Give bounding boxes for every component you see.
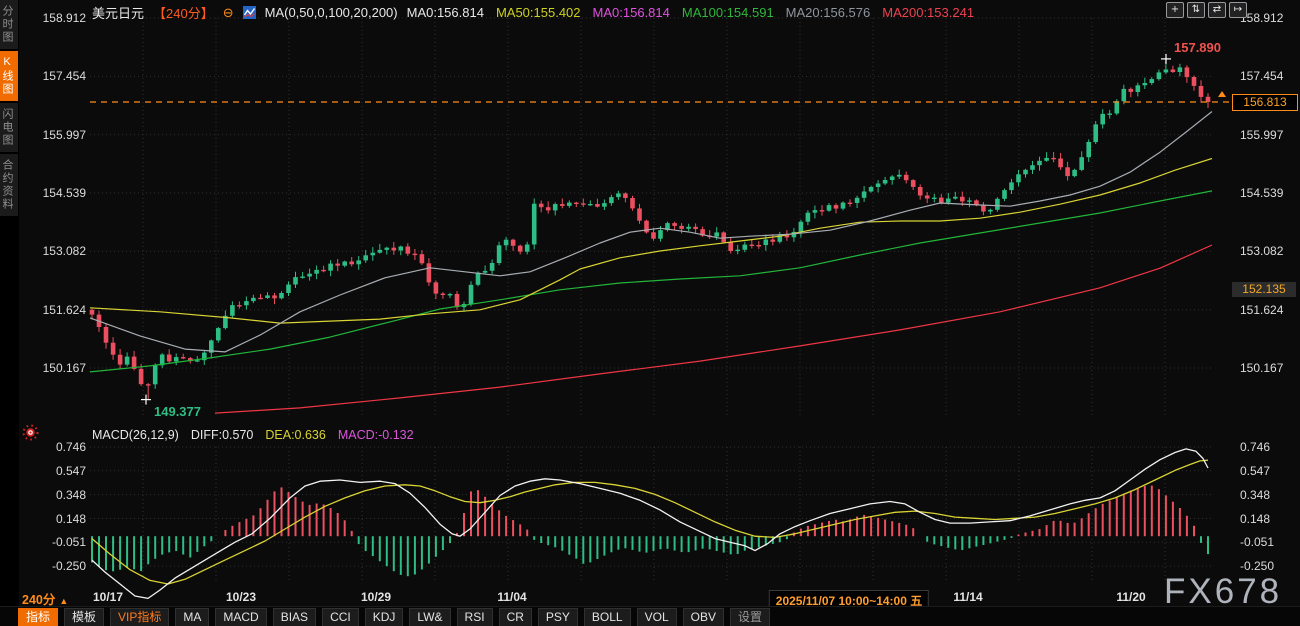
date-tick-label: 10/17: [93, 590, 123, 604]
indicator-tab[interactable]: CR: [499, 608, 532, 626]
macd-dea-value: DEA:0.636: [265, 428, 325, 442]
left-sidebar: 分时图 K线图闪电图合约资料: [0, 0, 19, 626]
date-tick-label: 11/20: [1116, 590, 1145, 604]
high-price-label: 157.890: [1174, 40, 1221, 55]
macd-axis-label: 0.746: [20, 440, 86, 454]
macd-diff-value: DIFF:0.570: [191, 428, 254, 442]
period-selector-label: 240分: [22, 593, 55, 607]
symbol-title: 美元日元: [92, 3, 144, 22]
price-axis-label: 151.624: [1240, 303, 1300, 317]
price-axis-label: 153.082: [20, 244, 86, 258]
indicator-tab[interactable]: RSI: [457, 608, 493, 626]
sidebar-tab[interactable]: 分时图: [0, 0, 18, 49]
date-tick-label: 10/29: [361, 590, 391, 604]
ma-value-label: MA20:156.576: [786, 5, 871, 20]
jump-latest-icon[interactable]: ↦: [1229, 2, 1247, 18]
sidebar-tab[interactable]: K线图: [0, 51, 18, 101]
date-tick-label: 11/04: [497, 590, 526, 604]
collapse-icon[interactable]: ⊖: [223, 5, 234, 21]
axis-scale-icon[interactable]: ⇅: [1187, 2, 1205, 18]
mini-chart-icon: [243, 6, 256, 19]
indicator-tab[interactable]: 指标: [18, 608, 58, 626]
price-axis-label: 158.912: [1240, 11, 1300, 25]
indicator-settings-icon[interactable]: [22, 424, 39, 441]
ma-value-label: MA0:156.814: [407, 5, 484, 20]
indicator-tab[interactable]: 设置: [730, 608, 770, 626]
price-axis-label: 153.082: [1240, 244, 1300, 258]
macd-axis-label: 0.547: [1240, 464, 1300, 478]
price-axis-label: 157.454: [20, 69, 86, 83]
macd-axis-label: -0.250: [20, 559, 86, 573]
price-axis-label: 150.167: [1240, 361, 1300, 375]
triangle-up-icon: ▲: [59, 596, 68, 606]
ma-value-label: MA200:153.241: [882, 5, 974, 20]
current-price-tag: 156.813: [1232, 94, 1298, 111]
price-axis-label: 155.997: [1240, 128, 1300, 142]
period-label: 【240分】: [153, 3, 214, 22]
sidebar-tab[interactable]: 闪电图: [0, 103, 18, 152]
indicator-tab[interactable]: VIP指标: [110, 608, 169, 626]
indicator-tab[interactable]: MACD: [215, 608, 266, 626]
price-axis-label: 155.997: [20, 128, 86, 142]
indicator-tab[interactable]: 模板: [64, 608, 104, 626]
axis-zoom-icon[interactable]: ⇄: [1208, 2, 1226, 18]
macd-axis-label: -0.051: [1240, 535, 1300, 549]
price-axis-label: 154.539: [1240, 186, 1300, 200]
price-axis-label: 158.912: [20, 11, 86, 25]
macd-axis-label: 0.348: [20, 488, 86, 502]
macd-title: MACD(26,12,9): [92, 428, 179, 442]
crosshair-icon[interactable]: +: [1166, 2, 1184, 18]
macd-axis-label: 0.148: [20, 512, 86, 526]
sidebar-tab[interactable]: 合约资料: [0, 154, 18, 216]
ma-value-label: MA50:155.402: [496, 5, 581, 20]
chart-tool-buttons: +⇅⇄↦: [1166, 2, 1247, 18]
watermark: FX678: [1164, 572, 1282, 612]
indicator-tab[interactable]: VOL: [637, 608, 677, 626]
price-axis-label: 151.624: [20, 303, 86, 317]
chart-canvas[interactable]: [0, 0, 1300, 626]
indicator-tab[interactable]: BIAS: [273, 608, 316, 626]
indicator-tab[interactable]: LW&: [409, 608, 450, 626]
macd-axis-label: 0.348: [1240, 488, 1300, 502]
date-tick-label: 10/23: [226, 590, 256, 604]
macd-axis-label: 0.746: [1240, 440, 1300, 454]
low-price-label: 149.377: [154, 404, 201, 419]
macd-header: MACD(26,12,9) DIFF:0.570 DEA:0.636 MACD:…: [92, 428, 414, 442]
ma-value-label: MA100:154.591: [682, 5, 774, 20]
macd-macd-value: MACD:-0.132: [338, 428, 414, 442]
macd-axis-label: 0.547: [20, 464, 86, 478]
ma-params: MA(0,50,0,100,20,200): [265, 5, 398, 20]
price-axis-label: 150.167: [20, 361, 86, 375]
indicator-tab[interactable]: BOLL: [584, 608, 631, 626]
indicator-tab[interactable]: OBV: [683, 608, 724, 626]
macd-axis-label: -0.051: [20, 535, 86, 549]
indicator-toolbar: 指标模板 VIP指标 MA MACD BIAS CCI KDJ LW&RSI CR PSY BOLL…: [0, 606, 1300, 626]
price-axis-label: 157.454: [1240, 69, 1300, 83]
indicator-tab[interactable]: KDJ: [365, 608, 404, 626]
reference-price-tag: 152.135: [1232, 282, 1296, 297]
indicator-tab[interactable]: CCI: [322, 608, 359, 626]
ma-values: MA0:156.814 MA50:155.402 MA0:156.814 MA100:…: [407, 5, 974, 20]
indicator-tab[interactable]: MA: [175, 608, 209, 626]
chart-header: 美元日元 【240分】 ⊖ MA(0,50,0,100,20,200) MA0:…: [92, 3, 974, 22]
ma-value-label: MA0:156.814: [593, 5, 670, 20]
macd-axis-label: 0.148: [1240, 512, 1300, 526]
macd-axis-label: -0.250: [1240, 559, 1300, 573]
indicator-tab[interactable]: PSY: [538, 608, 578, 626]
trading-chart-app: 分时图 K线图闪电图合约资料 美元日元 【240分】 ⊖ MA(0,50,0,10…: [0, 0, 1300, 626]
price-axis-label: 154.539: [20, 186, 86, 200]
date-tick-label: 11/14: [953, 590, 982, 604]
